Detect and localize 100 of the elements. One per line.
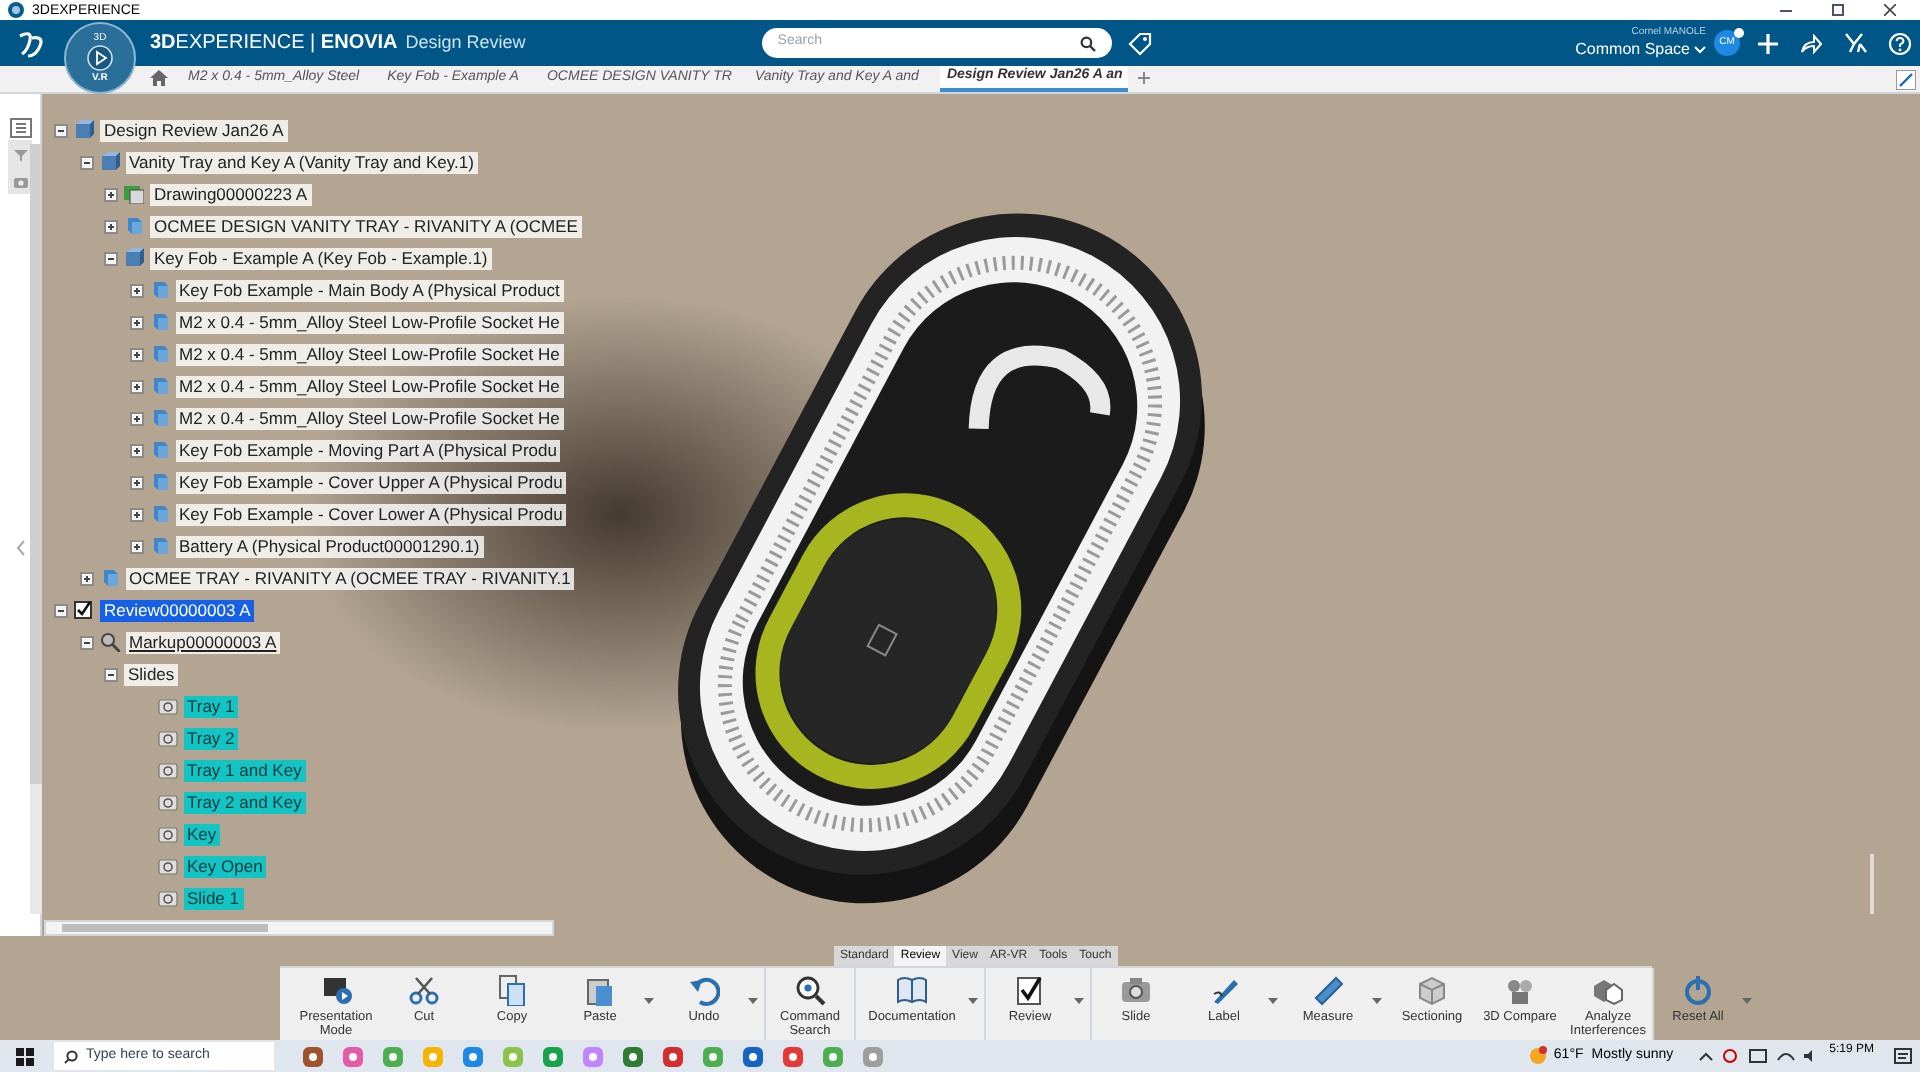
tray-icons-drawing[interactable]	[1697, 1048, 1818, 1064]
magnifier-icon	[99, 632, 119, 652]
tree-node-label[interactable]: Key Fob Example - Moving Part A (Physical Produ	[175, 439, 561, 461]
tree-hscroll-thumb[interactable]	[62, 924, 268, 932]
part-icon	[149, 376, 169, 396]
tree-node-label[interactable]: Key Open	[183, 855, 267, 877]
play-icon[interactable]	[86, 43, 114, 71]
dropdown-caret-icon[interactable]	[748, 998, 758, 1004]
expand-toggle[interactable]	[129, 443, 143, 457]
taskbar-app-icon[interactable]	[742, 1045, 764, 1067]
tree-node-label[interactable]: M2 x 0.4 - 5mm_Alloy Steel Low-Profile Socket He	[175, 375, 564, 397]
dropdown-caret-icon[interactable]	[1372, 998, 1382, 1004]
camera-icon	[157, 760, 177, 780]
taskbar-app-icon[interactable]	[582, 1045, 604, 1067]
collapse-toggle[interactable]	[104, 251, 118, 265]
tree-node-label[interactable]: M2 x 0.4 - 5mm_Alloy Steel Low-Profile Socket He	[175, 311, 564, 333]
expand-toggle[interactable]	[79, 571, 93, 585]
tree-node-label[interactable]: Key Fob Example - Cover Lower A (Physical Produ	[175, 503, 567, 525]
taskbar-app-icon[interactable]	[662, 1045, 684, 1067]
expand-toggle[interactable]	[104, 187, 118, 201]
tree-node-label[interactable]: Drawing00000223 A	[150, 183, 312, 205]
copy-icon	[496, 974, 528, 1006]
tree-node-label[interactable]: Tray 1 and Key	[183, 759, 306, 781]
start-icon[interactable]	[16, 1047, 34, 1065]
collapse-icon[interactable]	[1896, 70, 1916, 90]
taskbar-app-icon[interactable]	[302, 1045, 324, 1067]
tree-node-label[interactable]: OCMEE DESIGN VANITY TRAY - RIVANITY A (OCMEE	[150, 215, 582, 237]
tree-node-label[interactable]: Key Fob Example - Main Body A (Physical Product	[175, 279, 564, 301]
product-cube-icon	[74, 120, 94, 140]
camera-icon	[1120, 974, 1152, 1006]
taskbar-app-icon[interactable]	[342, 1045, 364, 1067]
expand-toggle[interactable]	[129, 411, 143, 425]
expand-toggle[interactable]	[129, 507, 143, 521]
tree-toggle-icon[interactable]	[9, 118, 31, 138]
taskbar-app-icon[interactable]	[382, 1045, 404, 1067]
expand-toggle[interactable]	[129, 347, 143, 361]
tree-node-label[interactable]: Tray 1	[183, 695, 239, 717]
taskbar-app-icon[interactable]	[462, 1045, 484, 1067]
tree-node-label[interactable]: Markup00000003 A	[125, 631, 281, 653]
tree-node-label[interactable]: OCMEE TRAY - RIVANITY A (OCMEE TRAY - RIVANITY.1	[125, 567, 575, 589]
clipboard-check-icon	[1014, 974, 1046, 1006]
tree-node-label[interactable]: Design Review Jan26 A	[100, 119, 288, 141]
power-icon	[1682, 974, 1714, 1006]
part-icon	[99, 568, 119, 588]
weather-icon	[1527, 1046, 1548, 1066]
notification-icon[interactable]	[1894, 1047, 1912, 1065]
taskbar-app-icon[interactable]	[782, 1045, 804, 1067]
taskbar-app-icon[interactable]	[622, 1045, 644, 1067]
product-cube-icon	[124, 248, 144, 268]
help-icon[interactable]	[1888, 31, 1912, 55]
collapse-toggle[interactable]	[54, 603, 68, 617]
tree-node-label[interactable]: Slide 1	[183, 887, 243, 909]
tree-scrollbar-thumb[interactable]	[30, 144, 42, 784]
tag-icon[interactable]	[1127, 31, 1152, 55]
drawing-sheet-icon	[124, 184, 144, 204]
tree-node-label[interactable]: Key Fob - Example A (Key Fob - Example.1)	[150, 247, 492, 269]
home-icon[interactable]	[150, 70, 168, 86]
taskbar-app-icon[interactable]	[822, 1045, 844, 1067]
taskbar-app-icon[interactable]	[542, 1045, 564, 1067]
add-tab-icon[interactable]	[1138, 72, 1151, 84]
part-icon	[149, 440, 169, 460]
dropdown-caret-icon[interactable]	[1268, 998, 1278, 1004]
collapse-toggle[interactable]	[54, 123, 68, 137]
camera-icon	[157, 696, 177, 716]
share-icon[interactable]	[1800, 33, 1822, 53]
add-icon[interactable]	[1758, 33, 1778, 53]
paste-icon	[584, 974, 616, 1006]
expand-toggle[interactable]	[129, 379, 143, 393]
expand-toggle[interactable]	[129, 539, 143, 553]
tree-node-label[interactable]: M2 x 0.4 - 5mm_Alloy Steel Low-Profile Socket He	[175, 407, 564, 429]
collapse-toggle[interactable]	[79, 155, 93, 169]
part-icon	[149, 312, 169, 332]
close-icon[interactable]	[1884, 4, 1896, 16]
tree-node-label[interactable]: Slides	[124, 663, 179, 685]
taskbar-app-icon[interactable]	[862, 1045, 884, 1067]
tree-node-label[interactable]: M2 x 0.4 - 5mm_Alloy Steel Low-Profile Socket He	[175, 343, 564, 365]
dropdown-caret-icon[interactable]	[968, 998, 978, 1004]
camera-icon	[157, 792, 177, 812]
tree-node-label[interactable]: Review00000003 A	[100, 599, 255, 621]
search-icon[interactable]	[1079, 35, 1096, 51]
cut-icon	[408, 974, 440, 1006]
collapse-toggle[interactable]	[104, 667, 118, 681]
expand-toggle[interactable]	[129, 475, 143, 489]
collapse-toggle[interactable]	[79, 635, 93, 649]
space-selector[interactable]: Common Space	[1575, 42, 1706, 58]
tree-node-label[interactable]: Battery A (Physical Product00001290.1)	[175, 535, 484, 557]
camera-icon	[157, 888, 177, 908]
part-icon	[149, 536, 169, 556]
tree-node-label[interactable]: Tray 2 and Key	[183, 791, 306, 813]
tree-node-label[interactable]: Key	[183, 823, 221, 845]
expand-toggle[interactable]	[129, 315, 143, 329]
taskbar-app-icon[interactable]	[702, 1045, 724, 1067]
part-icon	[149, 504, 169, 524]
expand-toggle[interactable]	[104, 219, 118, 233]
dropdown-caret-icon[interactable]	[644, 998, 654, 1004]
tree-node-label[interactable]: Vanity Tray and Key A (Vanity Tray and Key.1)	[125, 151, 478, 173]
expand-toggle[interactable]	[129, 283, 143, 297]
tree-node-label[interactable]: Key Fob Example - Cover Upper A (Physical Produ	[175, 471, 567, 493]
tree-node-label[interactable]: Tray 2	[183, 727, 239, 749]
dropdown-caret-icon[interactable]	[1074, 998, 1084, 1004]
